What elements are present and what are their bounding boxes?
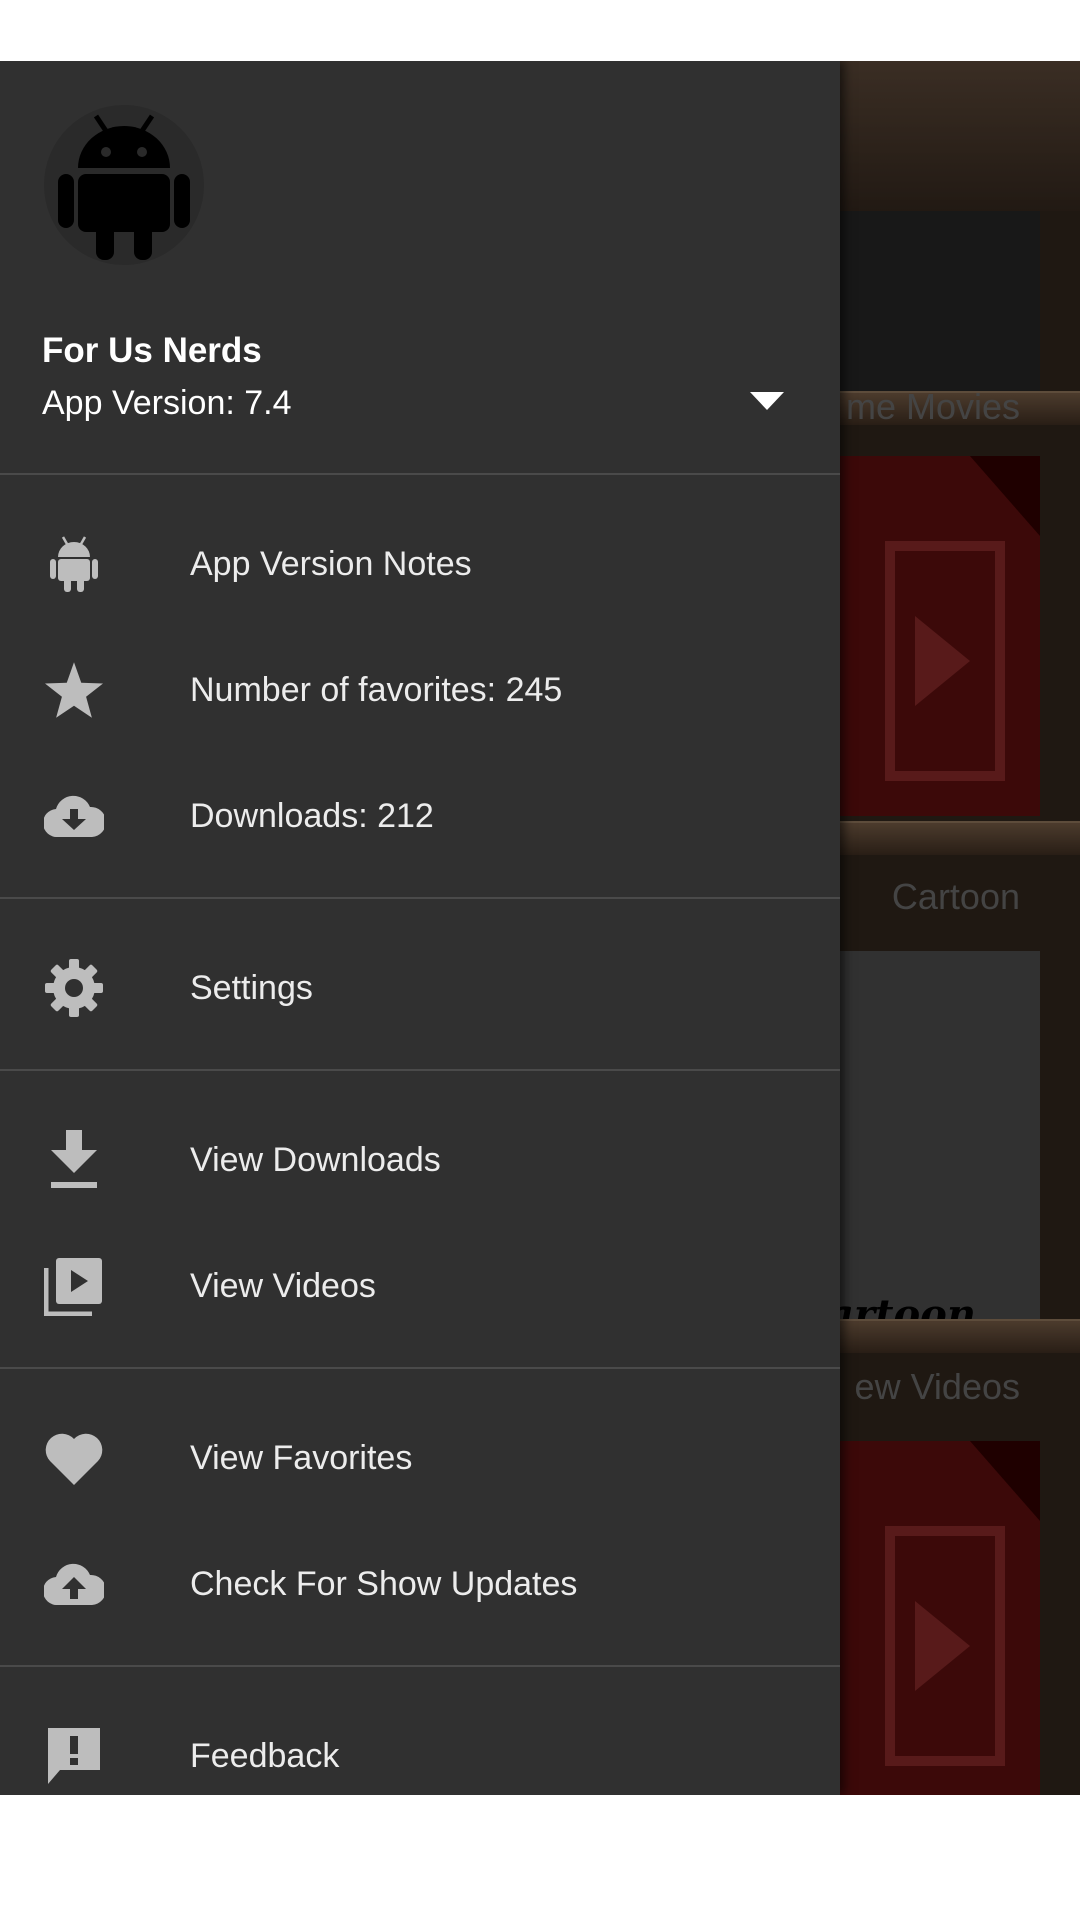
menu-item-label: View Favorites: [190, 1438, 413, 1477]
account-name: For Us Nerds: [42, 331, 262, 370]
android-icon: [38, 528, 110, 600]
menu-item-settings[interactable]: Settings: [0, 925, 840, 1051]
menu-item-app-version-notes[interactable]: App Version Notes: [0, 501, 840, 627]
menu-item-label: View Videos: [190, 1266, 376, 1305]
menu-item-label: App Version Notes: [190, 544, 472, 583]
gear-icon: [38, 952, 110, 1024]
heart-icon: [38, 1422, 110, 1494]
menu-item-label: Check For Show Updates: [190, 1564, 578, 1603]
menu-item-favorites-count[interactable]: Number of favorites: 245: [0, 627, 840, 753]
divider: [0, 897, 840, 899]
menu-item-view-videos[interactable]: View Videos: [0, 1223, 840, 1349]
menu-item-label: View Downloads: [190, 1140, 441, 1179]
android-icon: [58, 114, 190, 260]
cloud-download-icon: [38, 780, 110, 852]
account-version: App Version: 7.4: [42, 384, 292, 422]
menu-item-label: Settings: [190, 968, 313, 1007]
account-dropdown-button[interactable]: [740, 381, 794, 421]
divider: [0, 1367, 840, 1369]
menu-item-label: Feedback: [190, 1736, 340, 1775]
dropdown-arrow-icon: [750, 392, 784, 410]
avatar[interactable]: [44, 105, 204, 265]
star-icon: [38, 654, 110, 726]
menu-item-downloads-count[interactable]: Downloads: 212: [0, 753, 840, 879]
menu-item-view-downloads[interactable]: View Downloads: [0, 1097, 840, 1223]
menu-item-check-updates[interactable]: Check For Show Updates: [0, 1521, 840, 1647]
menu-item-label: Downloads: 212: [190, 796, 434, 835]
screen: me Movies Cartoon artoon ew Videos For U…: [0, 61, 1080, 1795]
drawer-header: For Us Nerds App Version: 7.4: [0, 61, 840, 473]
divider: [0, 473, 840, 475]
divider: [0, 1665, 840, 1667]
download-icon: [38, 1124, 110, 1196]
menu-item-feedback[interactable]: Feedback: [0, 1693, 840, 1795]
navigation-drawer: For Us Nerds App Version: 7.4 App Versio…: [0, 61, 840, 1795]
menu-item-label: Number of favorites: 245: [190, 670, 563, 709]
cloud-upload-icon: [38, 1548, 110, 1620]
divider: [0, 1069, 840, 1071]
feedback-icon: [38, 1720, 110, 1792]
menu-item-view-favorites[interactable]: View Favorites: [0, 1395, 840, 1521]
video-library-icon: [38, 1250, 110, 1322]
